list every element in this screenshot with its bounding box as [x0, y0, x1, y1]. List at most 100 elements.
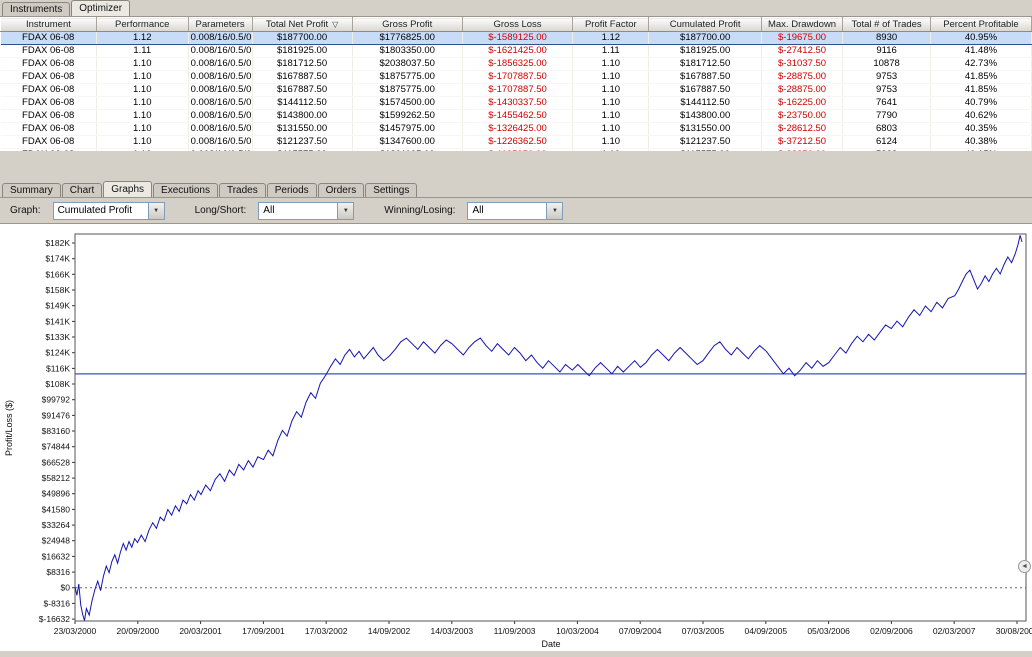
x-tick-label: 17/09/2001	[242, 626, 285, 636]
table-cell: $2038037.50	[352, 58, 462, 71]
table-row[interactable]: FDAX 06-081.100.008/16/0.5/0.$167887.50$…	[1, 84, 1032, 97]
table-cell: 41.85%	[930, 84, 1031, 97]
column-header-total-of-trades[interactable]: Total # of Trades	[843, 18, 931, 32]
main-tabstrip: InstrumentsOptimizer	[0, 0, 1032, 17]
table-row[interactable]: FDAX 06-081.110.008/16/0.5/0.$181925.00$…	[1, 45, 1032, 58]
column-header-label: Max. Drawdown	[768, 19, 836, 30]
dropdown-arrow-icon[interactable]: ▼	[337, 203, 353, 219]
table-cell: 41.48%	[930, 45, 1031, 58]
long-short-select[interactable]: All ▼	[258, 202, 354, 220]
graph-select-value: Cumulated Profit	[54, 205, 148, 216]
table-cell: $-1455462.50	[462, 110, 572, 123]
column-header-instrument[interactable]: Instrument	[1, 18, 97, 32]
x-tick-label: 05/03/2006	[807, 626, 850, 636]
table-row[interactable]: FDAX 06-081.100.008/16/0.5/0.$167887.50$…	[1, 71, 1032, 84]
panel-tab-chart[interactable]: Chart	[62, 183, 102, 197]
column-header-label: Parameters	[196, 19, 245, 30]
table-cell: 0.008/16/0.5/0.	[188, 32, 252, 45]
column-header-label: Percent Profitable	[943, 19, 1019, 30]
main-tab-instruments[interactable]: Instruments	[2, 2, 70, 16]
table-cell: 1.10	[573, 110, 649, 123]
column-header-label: Gross Profit	[382, 19, 432, 30]
panel-tab-orders[interactable]: Orders	[318, 183, 365, 197]
table-cell: 6124	[843, 136, 931, 149]
table-cell: $187700.00	[649, 32, 761, 45]
panel-tab-settings[interactable]: Settings	[365, 183, 417, 197]
long-short-label: Long/Short:	[195, 205, 247, 216]
panel-tab-summary[interactable]: Summary	[2, 183, 61, 197]
table-cell: 1.11	[96, 45, 188, 58]
column-header-parameters[interactable]: Parameters	[188, 18, 252, 32]
sort-descending-icon: ▽	[332, 20, 338, 29]
table-cell: 1.12	[573, 32, 649, 45]
table-cell: $-1589125.00	[462, 32, 572, 45]
table-cell: 1.10	[96, 71, 188, 84]
table-cell: $121237.50	[252, 136, 352, 149]
winning-losing-label: Winning/Losing:	[384, 205, 455, 216]
table-cell: 1.10	[96, 84, 188, 97]
panel-tab-executions[interactable]: Executions	[153, 183, 218, 197]
main-tab-optimizer[interactable]: Optimizer	[71, 0, 130, 16]
table-cell: $-28875.00	[761, 71, 842, 84]
table-cell: $167887.50	[649, 71, 761, 84]
column-header-label: Cumulated Profit	[670, 19, 741, 30]
y-tick-label: $16632	[42, 551, 71, 561]
panel-tabstrip: SummaryChartGraphsExecutionsTradesPeriod…	[0, 181, 1032, 198]
table-row[interactable]: FDAX 06-081.100.008/16/0.5/0.$121237.50$…	[1, 136, 1032, 149]
column-header-cumulated-profit[interactable]: Cumulated Profit	[649, 18, 761, 32]
table-cell: 0.008/16/0.5/0.	[188, 97, 252, 110]
table-cell: 1.12	[96, 32, 188, 45]
panel-tab-periods[interactable]: Periods	[267, 183, 317, 197]
table-cell: $-37212.50	[761, 136, 842, 149]
table-cell: 0.008/16/0.5/0.	[188, 45, 252, 58]
table-row[interactable]: FDAX 06-081.100.008/16/0.5/0.$181712.50$…	[1, 58, 1032, 71]
table-cell: $-27412.50	[761, 45, 842, 58]
table-cell: 40.38%	[930, 136, 1031, 149]
column-header-performance[interactable]: Performance	[96, 18, 188, 32]
column-header-percent-profitable[interactable]: Percent Profitable	[930, 18, 1031, 32]
table-row[interactable]: FDAX 06-081.100.008/16/0.5/0.$144112.50$…	[1, 97, 1032, 110]
column-header-total-net-profit[interactable]: Total Net Profit▽	[252, 18, 352, 32]
y-tick-label: $141K	[45, 316, 70, 326]
y-tick-label: $133K	[45, 332, 70, 342]
column-header-max-drawdown[interactable]: Max. Drawdown	[761, 18, 842, 32]
x-tick-label: 23/03/2000	[54, 626, 97, 636]
table-cell: $1875775.00	[352, 84, 462, 97]
panel-tab-graphs[interactable]: Graphs	[103, 181, 152, 197]
y-tick-label: $91476	[42, 410, 71, 420]
y-tick-label: $166K	[45, 269, 70, 279]
table-cell: 6803	[843, 123, 931, 136]
column-header-gross-loss[interactable]: Gross Loss	[462, 18, 572, 32]
table-cell: 8930	[843, 32, 931, 45]
column-header-gross-profit[interactable]: Gross Profit	[352, 18, 462, 32]
panel-tab-trades[interactable]: Trades	[219, 183, 266, 197]
y-tick-label: $149K	[45, 301, 70, 311]
collapse-panel-icon[interactable]: ◄	[1018, 560, 1031, 573]
y-tick-label: $8316	[46, 567, 70, 577]
table-cell: $1776825.00	[352, 32, 462, 45]
y-tick-label: $-16632	[39, 614, 70, 624]
table-row[interactable]: FDAX 06-081.100.008/16/0.5/0.$131550.00$…	[1, 123, 1032, 136]
x-tick-label: 14/09/2002	[368, 626, 411, 636]
table-cell: $-1621425.00	[462, 45, 572, 58]
table-cell: $1599262.50	[352, 110, 462, 123]
x-tick-label: 04/09/2005	[745, 626, 788, 636]
x-tick-label: 30/08/2007	[996, 626, 1032, 636]
y-tick-label: $124K	[45, 348, 70, 358]
table-cell: 9116	[843, 45, 931, 58]
optimizer-results-table: InstrumentPerformance Parameters Total Net…	[0, 17, 1032, 162]
table-row[interactable]: FDAX 06-081.120.008/16/0.5/0.$187700.00$…	[1, 32, 1032, 45]
table-cell: $1574500.00	[352, 97, 462, 110]
dropdown-arrow-icon[interactable]: ▼	[148, 203, 164, 219]
table-row[interactable]: FDAX 06-081.100.008/16/0.5/0.$143800.00$…	[1, 110, 1032, 123]
plot-border	[75, 234, 1026, 621]
graph-select[interactable]: Cumulated Profit ▼	[53, 202, 165, 220]
winning-losing-select[interactable]: All ▼	[467, 202, 563, 220]
graph-label: Graph:	[10, 205, 41, 216]
column-header-profit-factor[interactable]: Profit Factor	[573, 18, 649, 32]
table-cell: 1.10	[573, 58, 649, 71]
table-cell: $181712.50	[252, 58, 352, 71]
dropdown-arrow-icon[interactable]: ▼	[546, 203, 562, 219]
long-short-select-value: All	[259, 205, 337, 216]
table-cell: 0.008/16/0.5/0.	[188, 110, 252, 123]
